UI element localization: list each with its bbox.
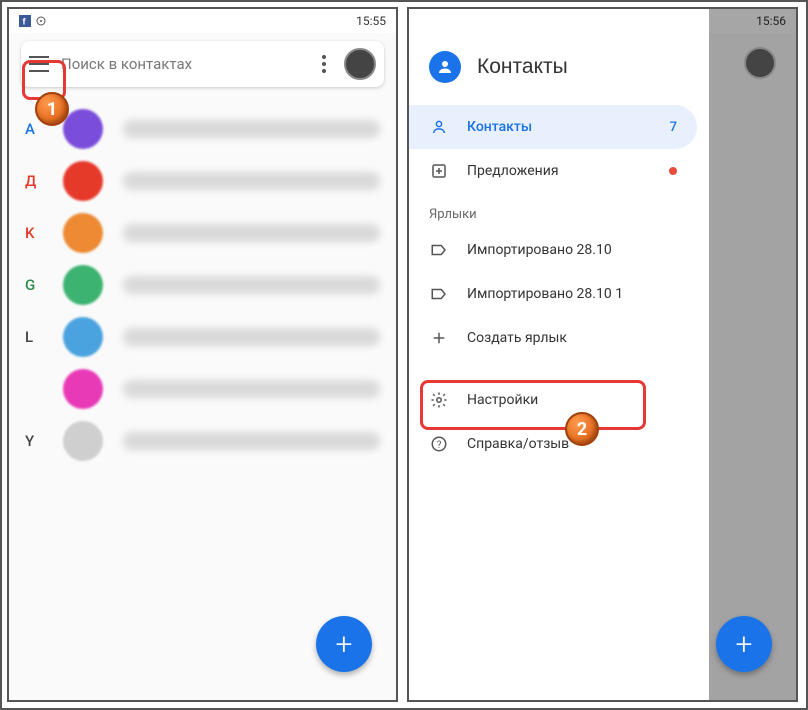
section-letter: Y xyxy=(25,432,43,450)
contact-name-blurred xyxy=(123,380,380,398)
dimmed-avatar xyxy=(744,47,776,79)
status-bar: f 15:55 xyxy=(9,9,396,33)
fab-add-contact[interactable]: + xyxy=(316,616,372,672)
contact-row[interactable]: L xyxy=(25,311,380,363)
drawer-item-label: Настройки xyxy=(467,392,677,408)
plus-icon xyxy=(429,328,449,348)
drawer-item-settings[interactable]: Настройки xyxy=(409,378,697,422)
contacts-count: 7 xyxy=(670,120,677,135)
person-icon xyxy=(429,117,449,137)
contacts-app-icon xyxy=(429,51,461,83)
phone-right: f 15:56 + Контакты Контакты 7 Предложени xyxy=(407,7,798,702)
contact-avatar xyxy=(63,317,103,357)
suggestions-icon xyxy=(429,161,449,181)
contact-avatar xyxy=(63,213,103,253)
drawer-section-labels: Ярлыки xyxy=(409,193,709,228)
contact-row[interactable]: G xyxy=(25,259,380,311)
section-letter: K xyxy=(25,224,43,242)
contact-name-blurred xyxy=(123,120,380,138)
clock: 15:55 xyxy=(356,14,386,28)
nav-drawer: Контакты Контакты 7 Предложения Ярлыки И… xyxy=(409,9,709,700)
label-icon xyxy=(429,284,449,304)
contact-name-blurred xyxy=(123,172,380,190)
drawer-label-import1[interactable]: Импортировано 28.10 xyxy=(409,228,697,272)
contact-avatar xyxy=(63,421,103,461)
drawer-item-label: Контакты xyxy=(467,119,652,135)
hamburger-icon[interactable] xyxy=(29,56,49,72)
search-input[interactable]: Поиск в контактах xyxy=(61,55,304,73)
contact-row[interactable]: A xyxy=(25,103,380,155)
target-icon xyxy=(35,15,47,27)
contact-name-blurred xyxy=(123,432,380,450)
contact-name-blurred xyxy=(123,328,380,346)
contact-row[interactable]: K xyxy=(25,207,380,259)
contact-avatar xyxy=(63,161,103,201)
drawer-header: Контакты xyxy=(409,33,709,105)
drawer-create-label[interactable]: Создать ярлык xyxy=(409,316,697,360)
contact-avatar xyxy=(63,265,103,305)
phone-left: f 15:55 Поиск в контактах A Д K G L Y + xyxy=(7,7,398,702)
drawer-item-label: Справка/отзыв xyxy=(467,436,677,452)
gear-icon xyxy=(429,390,449,410)
contact-avatar xyxy=(63,369,103,409)
drawer-item-suggestions[interactable]: Предложения xyxy=(409,149,697,193)
svg-text:?: ? xyxy=(437,440,442,451)
section-letter: A xyxy=(25,120,43,138)
contact-avatar xyxy=(63,109,103,149)
contact-row[interactable]: Д xyxy=(25,155,380,207)
section-letter: G xyxy=(25,276,43,294)
contact-list: A Д K G L Y xyxy=(9,95,396,475)
contact-name-blurred xyxy=(123,276,380,294)
section-letter: L xyxy=(25,328,43,346)
drawer-item-label: Создать ярлык xyxy=(467,330,677,346)
avatar[interactable] xyxy=(344,48,376,80)
fab-add-contact-dimmed: + xyxy=(716,616,772,672)
label-icon xyxy=(429,240,449,260)
drawer-label-import2[interactable]: Импортировано 28.10 1 xyxy=(409,272,697,316)
notification-dot xyxy=(669,167,677,175)
contact-row[interactable]: Y xyxy=(25,415,380,467)
search-bar[interactable]: Поиск в контактах xyxy=(21,41,384,87)
facebook-icon: f xyxy=(19,15,31,27)
contact-name-blurred xyxy=(123,224,380,242)
drawer-item-contacts[interactable]: Контакты 7 xyxy=(409,105,697,149)
help-icon: ? xyxy=(429,434,449,454)
drawer-item-help[interactable]: ? Справка/отзыв xyxy=(409,422,697,466)
section-letter: Д xyxy=(25,172,43,190)
drawer-item-label: Импортировано 28.10 1 xyxy=(467,286,677,302)
drawer-item-label: Импортировано 28.10 xyxy=(467,242,677,258)
drawer-item-label: Предложения xyxy=(467,163,651,179)
status-left-icons: f xyxy=(19,15,47,27)
more-icon[interactable] xyxy=(316,55,332,73)
contact-row[interactable] xyxy=(25,363,380,415)
drawer-title: Контакты xyxy=(477,55,568,79)
